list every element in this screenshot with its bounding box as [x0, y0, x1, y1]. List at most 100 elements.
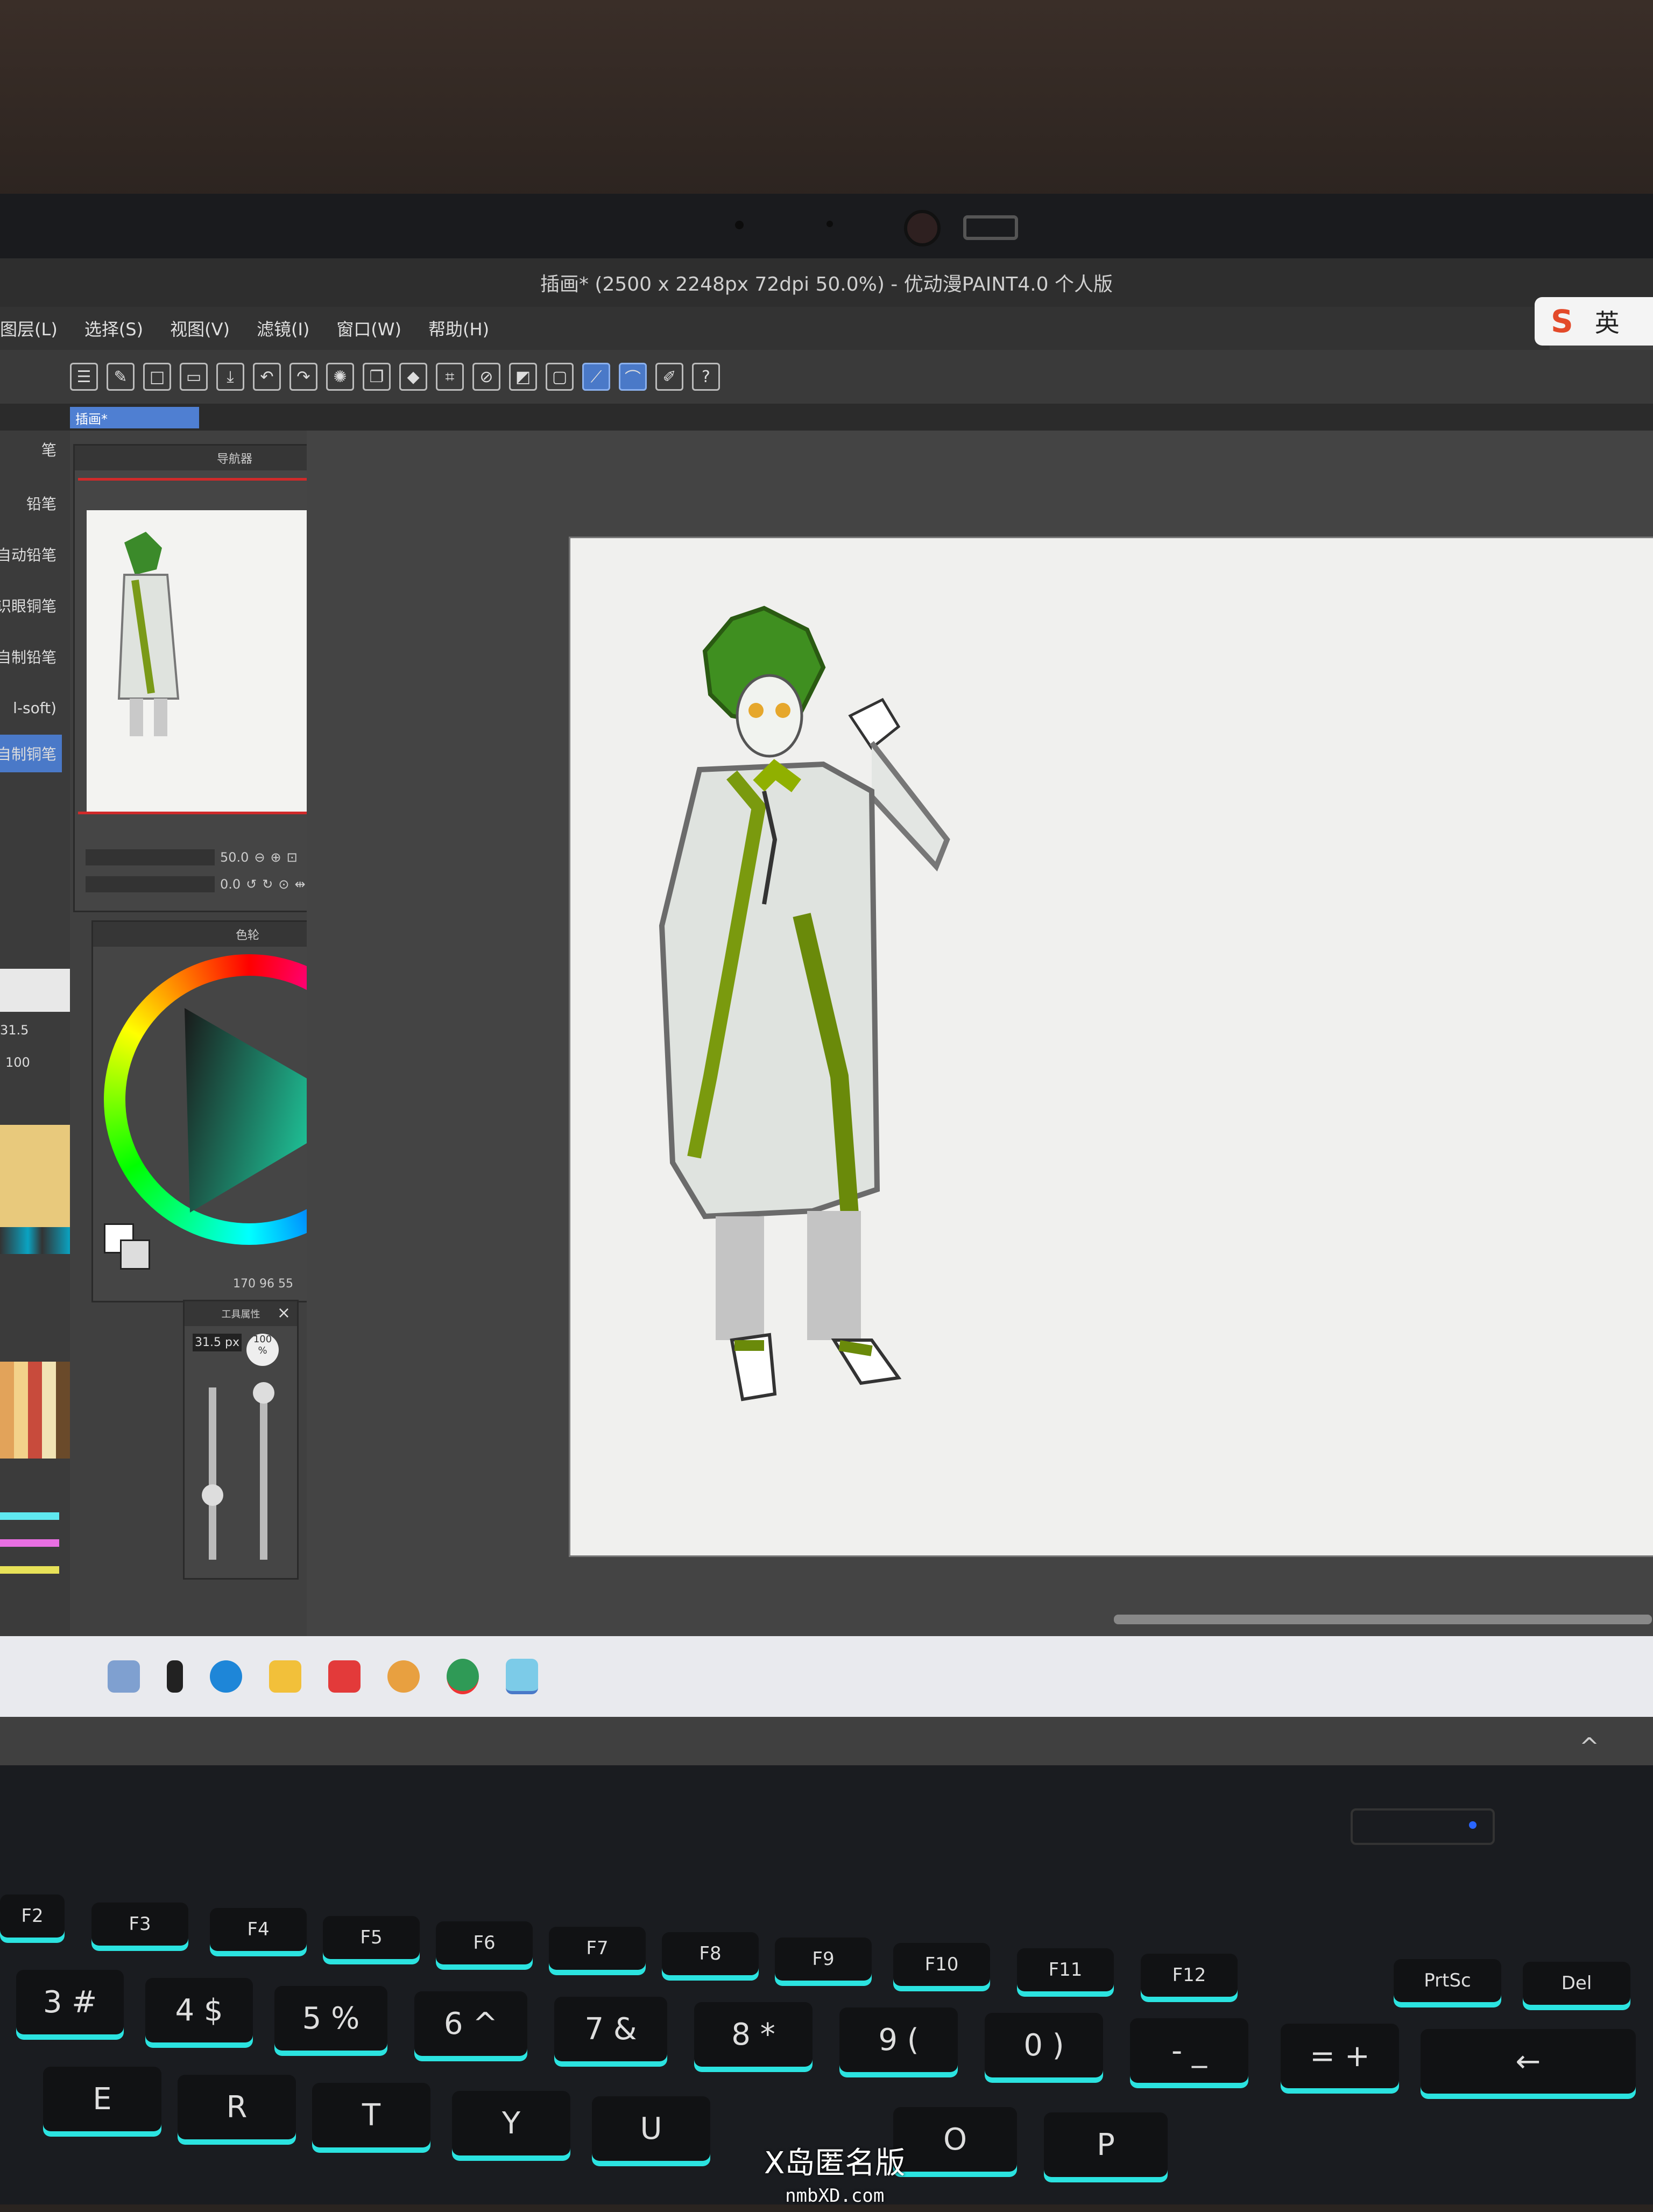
redo-icon[interactable]: ↷ [289, 363, 317, 391]
menu-layer[interactable]: 图层(L) [0, 316, 58, 341]
drawing-canvas[interactable] [570, 538, 1653, 1555]
key-u[interactable]: U [592, 2096, 710, 2161]
key-3[interactable]: 3 # [16, 1970, 124, 2034]
size-slider-thumb[interactable] [202, 1484, 223, 1506]
texture-swatch[interactable] [0, 1125, 70, 1227]
folder-icon[interactable] [269, 1660, 301, 1693]
paint-app-icon[interactable] [506, 1659, 538, 1694]
brush-opacity-value[interactable]: 100 [5, 1055, 30, 1070]
color-palette-grid[interactable] [0, 1362, 70, 1459]
key-8[interactable]: 8 * [694, 2002, 813, 2067]
help-icon[interactable]: ? [692, 363, 720, 391]
fit-icon[interactable]: ⊡ [287, 850, 298, 865]
menu-select[interactable]: 选择(S) [84, 316, 143, 341]
brush-size-value[interactable]: 31.5 [0, 1023, 29, 1038]
brush-item[interactable]: 自制铅笔 [0, 638, 62, 675]
webcam-shutter[interactable] [963, 215, 1018, 240]
menu-filter[interactable]: 滤镜(I) [257, 316, 309, 341]
chrome-icon[interactable] [387, 1660, 420, 1693]
app-b-icon[interactable] [167, 1660, 183, 1693]
opacity-slider-thumb[interactable] [253, 1382, 274, 1404]
key-f6[interactable]: F6 [436, 1921, 533, 1964]
key-9[interactable]: 9 ( [839, 2007, 958, 2072]
rotate-slider[interactable] [86, 876, 215, 892]
ime-indicator[interactable]: S 英 [1535, 297, 1653, 346]
zoom-slider[interactable] [86, 849, 215, 865]
key-minus[interactable]: - _ [1130, 2018, 1248, 2083]
settings-icon[interactable]: ✎ [107, 363, 135, 391]
key-f4[interactable]: F4 [210, 1908, 307, 1951]
key-6[interactable]: 6 ^ [414, 1991, 527, 2056]
key-5[interactable]: 5 % [274, 1986, 387, 2051]
snap-curve-icon[interactable]: ⌒ [619, 363, 647, 391]
brush-item[interactable]: l-soft) [0, 689, 62, 727]
flip-horizontal-icon[interactable]: ⇹ [295, 877, 306, 892]
opacity-slider-track[interactable] [260, 1387, 267, 1560]
key-f12[interactable]: F12 [1141, 1954, 1238, 1997]
power-button[interactable] [1351, 1808, 1495, 1845]
netease-music-icon[interactable] [328, 1660, 361, 1693]
key-p[interactable]: P [1044, 2112, 1168, 2177]
zoom-in-icon[interactable]: ⊕ [271, 850, 281, 865]
key-f3[interactable]: F3 [91, 1903, 188, 1946]
undo-icon[interactable]: ↶ [253, 363, 281, 391]
app-a-icon[interactable] [108, 1660, 140, 1693]
key-del[interactable]: Del [1523, 1962, 1630, 2005]
color-set-row[interactable] [0, 1227, 70, 1254]
key-f7[interactable]: F7 [549, 1927, 646, 1970]
key-f2[interactable]: F2 [0, 1894, 65, 1938]
open-folder-icon[interactable]: ▭ [180, 363, 208, 391]
menu-icon[interactable]: ☰ [70, 363, 98, 391]
horizontal-scrollbar[interactable] [1114, 1615, 1652, 1624]
brush-item-label: l-soft) [13, 699, 56, 717]
rotate-right-icon[interactable]: ↻ [262, 877, 273, 892]
close-icon[interactable]: × [277, 1304, 291, 1322]
tab-illustration[interactable]: 插画* [70, 407, 199, 428]
zoom-out-icon[interactable]: ⊖ [254, 850, 265, 865]
key-f5[interactable]: F5 [323, 1916, 420, 1959]
key-o[interactable]: O [893, 2107, 1017, 2172]
key-7[interactable]: 7 & [554, 1997, 667, 2061]
sub-color-swatch[interactable] [120, 1239, 150, 1270]
key-f10[interactable]: F10 [893, 1943, 990, 1986]
new-file-icon[interactable]: □ [143, 363, 171, 391]
color-slider-1[interactable] [0, 1512, 59, 1520]
snap-ruler-icon[interactable]: ⟋ [582, 363, 610, 391]
crop-icon[interactable]: ⌗ [436, 363, 464, 391]
key-e[interactable]: E [43, 2067, 161, 2131]
reset-rotation-icon[interactable]: ⊙ [278, 877, 289, 892]
pdf-app-icon[interactable] [447, 1659, 479, 1694]
edge-icon[interactable] [210, 1660, 242, 1693]
color-slider-2[interactable] [0, 1539, 59, 1547]
pen-pressure-icon[interactable]: ✐ [655, 363, 683, 391]
key-4[interactable]: 4 $ [145, 1978, 253, 2042]
menu-view[interactable]: 视图(V) [170, 316, 230, 341]
key-equals[interactable]: = + [1281, 2024, 1399, 2088]
deselect-icon[interactable]: ⊘ [472, 363, 500, 391]
key-prtsc[interactable]: PrtSc [1394, 1959, 1501, 2002]
tray-chevron-icon[interactable]: ^ [1579, 1733, 1599, 1760]
rotate-left-icon[interactable]: ↺ [246, 877, 257, 892]
key-y[interactable]: Y [452, 2091, 570, 2155]
save-icon[interactable]: ⤓ [216, 363, 244, 391]
key-backspace[interactable]: ← [1421, 2029, 1636, 2094]
color-slider-3[interactable] [0, 1566, 59, 1574]
invert-icon[interactable]: ◩ [509, 363, 537, 391]
brush-item[interactable]: 铅笔 [0, 484, 62, 522]
copy-icon[interactable]: ❐ [363, 363, 391, 391]
key-r[interactable]: R [178, 2075, 296, 2139]
key-f11[interactable]: F11 [1017, 1948, 1114, 1991]
frame-icon[interactable]: ▢ [546, 363, 574, 391]
loading-icon[interactable]: ✺ [326, 363, 354, 391]
brush-item[interactable]: 自动铅笔 [0, 536, 62, 573]
brush-item-selected[interactable]: 自制铜笔 [0, 735, 62, 772]
size-slider-track[interactable] [209, 1387, 216, 1560]
key-f8[interactable]: F8 [662, 1932, 759, 1975]
menu-help[interactable]: 帮助(H) [428, 316, 489, 341]
fill-icon[interactable]: ◆ [399, 363, 427, 391]
brush-item[interactable]: 识眼铜笔 [0, 587, 62, 624]
key-t[interactable]: T [312, 2083, 430, 2147]
menu-window[interactable]: 窗口(W) [336, 316, 401, 341]
key-0[interactable]: 0 ) [985, 2013, 1103, 2077]
key-f9[interactable]: F9 [775, 1938, 872, 1981]
